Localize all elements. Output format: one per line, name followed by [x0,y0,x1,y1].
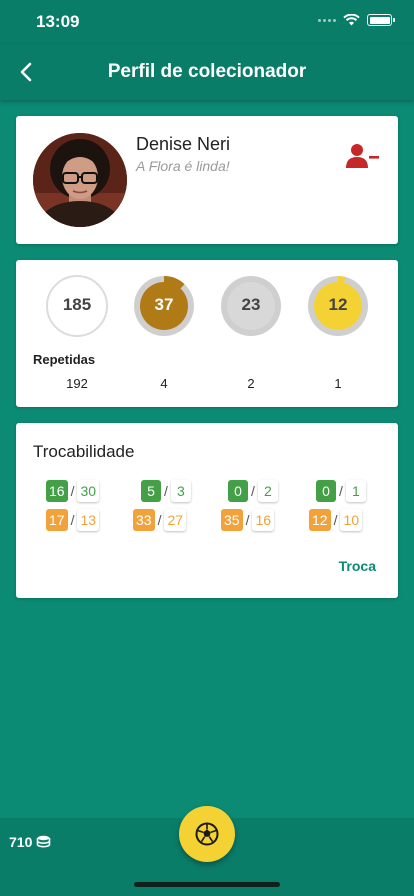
trade-orange-pair: 35 / 16 [221,509,275,531]
repeated-value: 2 [247,376,255,391]
trade-orange-pair: 17 / 13 [46,509,100,531]
separator: / [333,512,338,528]
coin-balance[interactable]: 710 [9,834,51,850]
repeated-value: 192 [66,376,88,391]
stat-ring-value: 185 [62,295,92,314]
trade-count-chip: 13 [77,509,100,531]
coin-stack-icon [37,835,51,848]
trade-count-chip: 0 [316,480,336,502]
trade-count-chip: 2 [257,480,278,502]
stat-ring-gold[interactable]: 12 [306,274,370,338]
trade-green-pair: 0 / 1 [316,480,366,502]
signal-icon [318,18,336,22]
repeated-value: 1 [334,376,342,391]
separator: / [157,512,162,528]
avatar-photo [33,133,127,227]
profile-motto: A Flora é linda! [136,158,230,174]
coin-count: 710 [9,834,33,850]
page-title: Perfil de colecionador [107,61,307,82]
battery-icon [367,14,395,26]
status-bar: 13:09 [0,0,414,44]
remove-user-icon [346,144,379,168]
separator: / [245,512,250,528]
home-indicator [134,882,280,887]
separator: / [339,483,343,499]
trade-count-chip: 27 [164,509,187,531]
separator: / [70,483,75,499]
trade-orange-pair: 12 / 10 [309,509,363,531]
stats-card: 185 37 23 12 Repetidas 192 4 2 1 [16,260,398,407]
separator: / [251,483,255,499]
trade-count-chip: 1 [345,480,366,502]
trade-green-pair: 5 / 3 [141,480,191,502]
tradeability-card: Trocabilidade 16 / 30 17 / 13 5 / 3 33 /… [16,423,398,598]
trade-count-chip: 12 [309,509,331,531]
tradeability-title: Trocabilidade [33,442,135,461]
trade-count-chip: 16 [46,480,68,502]
wifi-icon [343,14,360,26]
stat-ring-bronze[interactable]: 37 [132,274,196,338]
status-icons [318,14,395,26]
trade-button[interactable]: Troca [339,558,376,574]
trade-green-pair: 16 / 30 [46,480,100,502]
stat-ring-silver[interactable]: 23 [219,274,283,338]
profile-card: Denise Neri A Flora é linda! [16,116,398,244]
trade-count-chip: 10 [340,509,363,531]
stat-ring-value: 37 [154,295,174,314]
separator: / [164,483,168,499]
profile-name: Denise Neri [136,134,231,154]
trade-count-chip: 33 [133,509,155,531]
separator: / [70,512,75,528]
trade-count-chip: 0 [228,480,248,502]
trade-orange-pair: 33 / 27 [133,509,187,531]
stat-ring-value: 23 [241,295,261,314]
status-time: 13:09 [36,12,80,31]
trade-count-chip: 5 [141,480,161,502]
avatar [33,133,127,227]
trade-count-chip: 16 [252,509,275,531]
trade-count-chip: 35 [221,509,243,531]
stat-ring-value: 12 [328,295,348,314]
soccer-ball-icon [195,822,219,846]
trade-green-pair: 0 / 2 [228,480,278,502]
remove-friend-button[interactable] [346,142,380,170]
repeated-value: 4 [160,376,168,391]
app-bar: Perfil de colecionador [0,44,414,100]
stat-ring-total[interactable]: 185 [45,274,109,338]
trade-count-chip: 17 [46,509,68,531]
soccer-fab-button[interactable] [179,806,235,862]
trade-count-chip: 3 [170,480,191,502]
repeated-label: Repetidas [33,352,96,367]
trade-count-chip: 30 [77,480,100,502]
